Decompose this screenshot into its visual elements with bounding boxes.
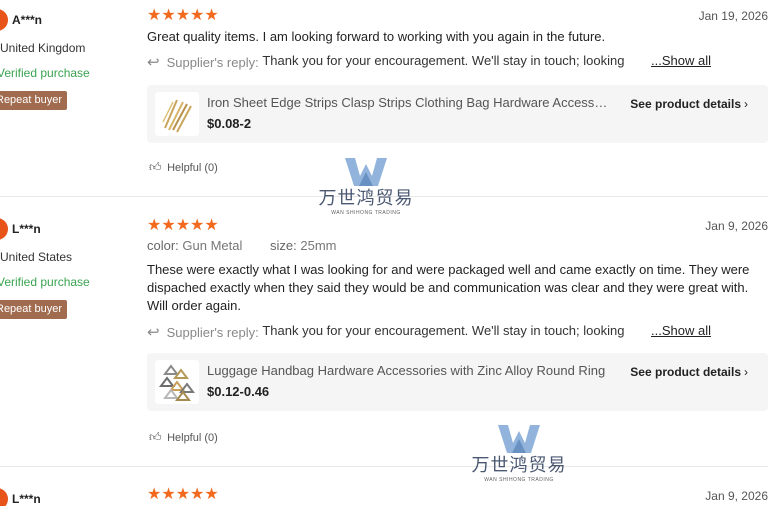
verified-purchase-label: Verified purchase <box>0 275 90 289</box>
attr-color-value: Gun Metal <box>182 238 243 253</box>
chevron-right-icon: › <box>744 97 748 111</box>
review-text: These were exactly what I was looking fo… <box>147 262 750 313</box>
buyer-name: L***n <box>12 492 41 506</box>
helpful-label: Helpful (0) <box>167 432 218 444</box>
show-all-link[interactable]: ...Show all <box>649 53 711 68</box>
reply-text: Thank you for your encouragement. We'll … <box>262 323 625 338</box>
zinc-rings-image <box>159 364 195 401</box>
buyer-country: United States <box>0 250 73 264</box>
product-name[interactable]: Iron Sheet Edge Strips Clasp Strips Clot… <box>207 95 612 110</box>
review-date: Jan 9, 2026 <box>705 489 768 503</box>
review-date: Jan 19, 2026 <box>698 9 768 23</box>
product-thumbnail <box>155 92 199 136</box>
avatar <box>0 218 8 240</box>
edge-strips-image <box>162 99 192 133</box>
avatar <box>0 9 8 31</box>
supplier-reply: ↩ Supplier's reply: Thank you for your e… <box>147 53 717 71</box>
helpful-button[interactable]: 👍︎ Helpful (0) <box>149 160 218 175</box>
reply-icon: ↩ <box>147 54 160 71</box>
review-date: Jan 9, 2026 <box>705 219 768 233</box>
product-thumbnail <box>155 360 199 404</box>
review-3: L***n ★★★★★ Jan 9, 2026 <box>0 467 768 506</box>
buyer-country: United Kingdom <box>0 41 86 55</box>
reply-label: Supplier's reply: <box>166 55 259 70</box>
watermark: 万世鸿贸易 WAN SHIHONG TRADING <box>464 423 574 483</box>
watermark-logo <box>498 425 540 453</box>
helpful-label: Helpful (0) <box>167 162 218 174</box>
verified-purchase-label: Verified purchase <box>0 66 90 80</box>
thumbs-up-icon: 👍︎ <box>149 160 162 174</box>
product-card[interactable]: Luggage Handbag Hardware Accessories wit… <box>147 353 768 411</box>
attr-color-label: color: <box>147 238 179 253</box>
product-attributes: color: Gun Metal size: 25mm <box>147 238 361 253</box>
reply-label: Supplier's reply: <box>166 325 259 340</box>
product-price: $0.08-2 <box>207 116 252 131</box>
star-rating: ★★★★★ <box>147 7 219 24</box>
watermark-en: WAN SHIHONG TRADING <box>331 210 401 216</box>
see-product-details-link[interactable]: See product details › <box>630 97 748 111</box>
product-card[interactable]: Iron Sheet Edge Strips Clasp Strips Clot… <box>147 85 768 143</box>
thumbs-up-icon: 👍︎ <box>149 430 162 444</box>
review-text: Great quality items. I am looking forwar… <box>147 29 606 44</box>
star-rating: ★★★★★ <box>147 486 219 503</box>
chevron-right-icon: › <box>744 365 748 379</box>
repeat-buyer-badge: Repeat buyer <box>0 91 68 110</box>
product-name[interactable]: Luggage Handbag Hardware Accessories wit… <box>207 363 612 378</box>
review-2: L***n United States Verified purchase Re… <box>0 197 768 466</box>
reply-text: Thank you for your encouragement. We'll … <box>262 53 625 68</box>
details-label: See product details <box>630 97 741 111</box>
watermark-cn: 万世鸿贸易 <box>471 455 567 476</box>
watermark-en: WAN SHIHONG TRADING <box>484 477 554 483</box>
avatar <box>0 488 8 506</box>
buyer-name: A***n <box>12 13 43 27</box>
watermark-cn: 万世鸿贸易 <box>318 188 414 209</box>
attr-size-value: 25mm <box>300 238 337 253</box>
supplier-reply: ↩ Supplier's reply: Thank you for your e… <box>147 323 717 341</box>
repeat-buyer-badge: Repeat buyer <box>0 300 68 319</box>
buyer-name: L***n <box>12 222 41 236</box>
reply-icon: ↩ <box>147 324 160 341</box>
details-label: See product details <box>630 365 741 379</box>
attr-size-label: size: <box>270 238 297 253</box>
watermark: 万世鸿贸易 WAN SHIHONG TRADING <box>311 156 421 216</box>
watermark-logo <box>345 158 387 186</box>
star-rating: ★★★★★ <box>147 217 219 234</box>
show-all-link[interactable]: ...Show all <box>649 323 711 338</box>
helpful-button[interactable]: 👍︎ Helpful (0) <box>149 430 218 445</box>
product-price: $0.12-0.46 <box>207 384 270 399</box>
see-product-details-link[interactable]: See product details › <box>630 365 748 379</box>
